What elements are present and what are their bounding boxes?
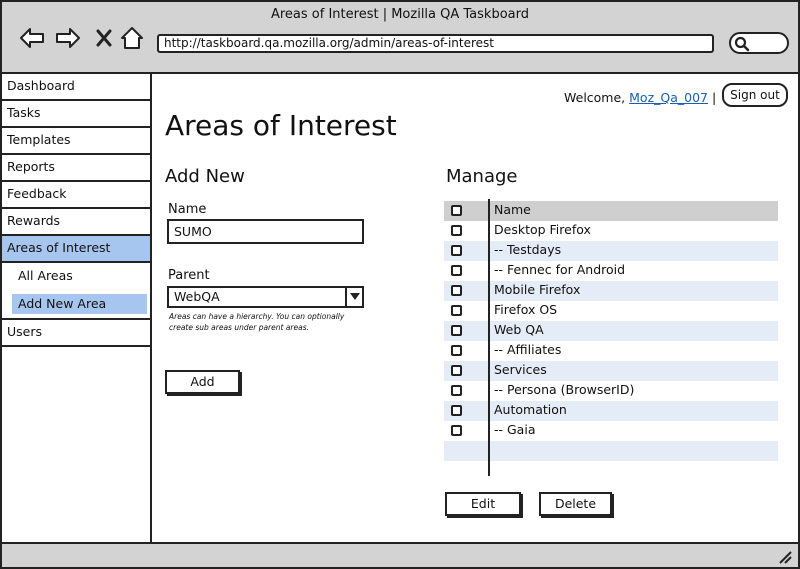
back-icon[interactable] (18, 24, 46, 52)
sidebar-item-reports[interactable]: Reports (2, 155, 150, 182)
row-checkbox[interactable] (451, 425, 462, 436)
name-input[interactable]: SUMO (167, 219, 364, 244)
row-checkbox[interactable] (451, 365, 462, 376)
add-new-heading: Add New (165, 166, 245, 187)
add-button[interactable]: Add (165, 370, 240, 394)
table-row[interactable]: Services (444, 361, 778, 381)
welcome-text: Welcome, Moz_Qa_007 | (564, 90, 716, 105)
chevron-down-icon[interactable] (345, 287, 363, 307)
resize-grip-icon[interactable] (778, 550, 792, 564)
table-header-row: Name (444, 201, 778, 221)
welcome-prefix: Welcome, (564, 90, 626, 105)
row-name: Firefox OS (494, 302, 558, 317)
sidebar-item-tasks[interactable]: Tasks (2, 101, 150, 128)
table-row[interactable]: -- Persona (BrowserID) (444, 381, 778, 401)
row-checkbox[interactable] (451, 385, 462, 396)
table-row[interactable]: -- Affiliates (444, 341, 778, 361)
url-bar[interactable]: http://taskboard.qa.mozilla.org/admin/ar… (157, 34, 714, 53)
row-checkbox[interactable] (451, 265, 462, 276)
sidebar-item-rewards[interactable]: Rewards (2, 209, 150, 236)
welcome-separator: | (711, 90, 717, 105)
sign-out-button[interactable]: Sign out (722, 83, 788, 107)
browser-window: Areas of Interest | Mozilla QA Taskboard… (0, 0, 800, 569)
row-checkbox[interactable] (451, 285, 462, 296)
column-divider (488, 199, 490, 476)
row-name: Services (494, 362, 547, 377)
table-row[interactable]: Desktop Firefox (444, 221, 778, 241)
row-name: Mobile Firefox (494, 282, 581, 297)
table-row[interactable]: Automation (444, 401, 778, 421)
row-checkbox[interactable] (451, 325, 462, 336)
row-checkbox[interactable] (451, 245, 462, 256)
table-row[interactable]: -- Testdays (444, 241, 778, 261)
table-row[interactable]: -- Fennec for Android (444, 261, 778, 281)
select-all-checkbox[interactable] (451, 205, 462, 216)
sidebar-item-areas-of-interest[interactable]: Areas of Interest (2, 236, 150, 263)
parent-hint: Areas can have a hierarchy. You can opti… (169, 312, 345, 332)
page-title: Areas of Interest (165, 109, 397, 142)
row-name: -- Gaia (494, 422, 536, 437)
table-row[interactable]: Firefox OS (444, 301, 778, 321)
row-checkbox[interactable] (451, 405, 462, 416)
row-name: Web QA (494, 322, 544, 337)
parent-select-value: WebQA (174, 289, 220, 304)
window-title: Areas of Interest | Mozilla QA Taskboard (270, 7, 529, 22)
sidebar-submenu: All Areas Add New Area (2, 266, 150, 320)
row-name: Desktop Firefox (494, 222, 591, 237)
delete-button[interactable]: Delete (539, 492, 612, 516)
edit-button[interactable]: Edit (445, 492, 521, 516)
search-icon (734, 36, 750, 52)
table-row[interactable]: Web QA (444, 321, 778, 341)
row-name: Automation (494, 402, 567, 417)
sidebar-item-feedback[interactable]: Feedback (2, 182, 150, 209)
table-row[interactable]: Mobile Firefox (444, 281, 778, 301)
sidebar: Dashboard Tasks Templates Reports Feedba… (2, 74, 152, 542)
parent-label: Parent (168, 268, 210, 283)
username-link[interactable]: Moz_Qa_007 (629, 90, 708, 105)
sidebar-item-dashboard[interactable]: Dashboard (2, 74, 150, 101)
sidebar-item-templates[interactable]: Templates (2, 128, 150, 155)
forward-icon[interactable] (54, 24, 82, 52)
row-name: -- Persona (BrowserID) (494, 382, 635, 397)
stop-icon[interactable] (90, 24, 118, 52)
name-label: Name (168, 202, 207, 217)
row-checkbox[interactable] (451, 225, 462, 236)
sidebar-subitem-all-areas[interactable]: All Areas (12, 266, 147, 286)
row-name: -- Testdays (494, 242, 562, 257)
status-bar (2, 542, 798, 567)
home-icon[interactable] (118, 24, 146, 52)
row-checkbox[interactable] (451, 345, 462, 356)
row-name: -- Fennec for Android (494, 262, 626, 277)
row-checkbox[interactable] (451, 305, 462, 316)
sidebar-subitem-add-new-area[interactable]: Add New Area (12, 294, 147, 314)
manage-heading: Manage (446, 166, 518, 187)
browser-toolbar: Areas of Interest | Mozilla QA Taskboard… (2, 2, 798, 74)
column-header-name: Name (494, 202, 531, 217)
sidebar-item-users[interactable]: Users (2, 320, 150, 347)
main-content: Welcome, Moz_Qa_007 | Sign out Areas of … (152, 74, 798, 542)
parent-select[interactable]: WebQA (167, 286, 364, 308)
areas-table: Name Desktop Firefox -- Testdays -- Fenn… (444, 199, 778, 476)
browser-search-box[interactable] (729, 32, 789, 54)
table-row-empty (444, 456, 778, 476)
row-name: -- Affiliates (494, 342, 562, 357)
table-row[interactable]: -- Gaia (444, 421, 778, 441)
